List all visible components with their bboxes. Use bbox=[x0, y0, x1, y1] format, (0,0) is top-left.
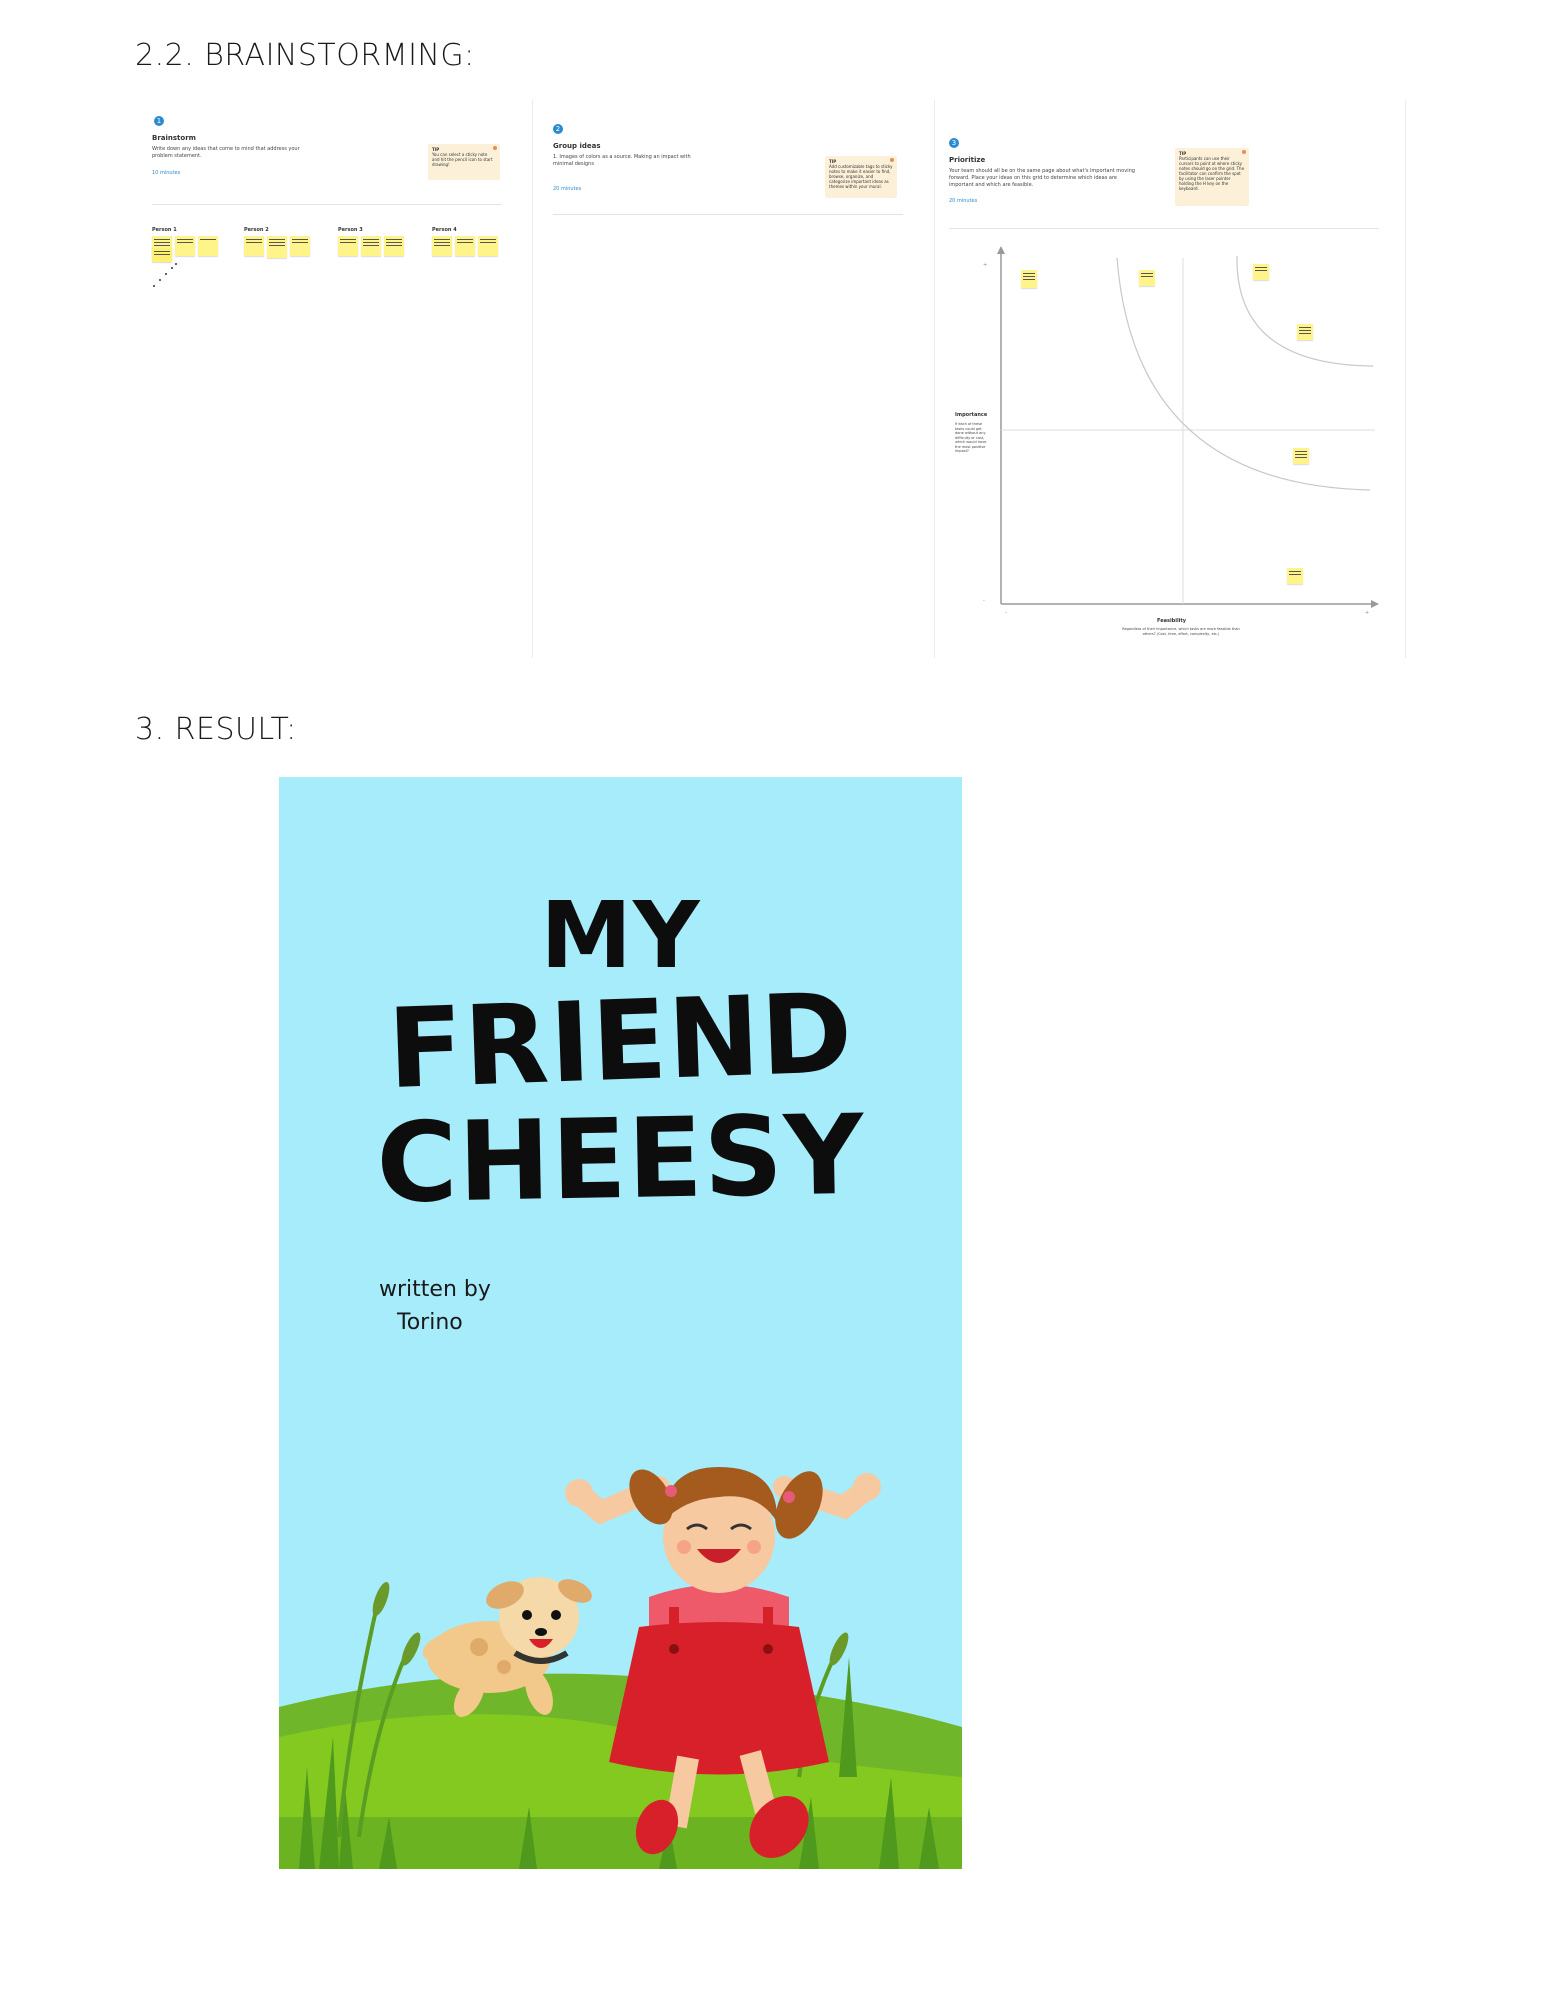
board-description: Write down any ideas that come to mind t… bbox=[152, 146, 300, 159]
sticky-note[interactable] bbox=[290, 236, 310, 256]
svg-text:-: - bbox=[983, 598, 985, 604]
sticky-note[interactable] bbox=[1297, 324, 1313, 340]
step-number-badge: 2 bbox=[553, 124, 563, 134]
sticky-note[interactable] bbox=[1293, 448, 1309, 464]
close-icon[interactable] bbox=[890, 158, 894, 162]
sticky-note[interactable] bbox=[1253, 264, 1269, 280]
timer-label: 20 minutes bbox=[553, 186, 582, 192]
person-column-label: Person 1 bbox=[152, 227, 177, 233]
sticky-note[interactable] bbox=[198, 236, 218, 256]
x-axis-label: Feasibility bbox=[1157, 618, 1187, 624]
step-number-badge: 3 bbox=[949, 138, 959, 148]
author-name: Torino bbox=[397, 1310, 463, 1335]
sticky-note[interactable] bbox=[432, 236, 452, 256]
group-ideas-board: 2 Group ideas 1. Images of colors as a s… bbox=[532, 100, 933, 658]
section-heading-brainstorming: 2.2. BRAINSTORMING: bbox=[135, 38, 475, 73]
step-number-badge: 1 bbox=[154, 116, 164, 126]
y-axis-description: If each of these tasks could get done wi… bbox=[955, 422, 987, 453]
prioritize-board: 3 Prioritize Your team should all be on … bbox=[934, 100, 1406, 658]
svg-text:+: + bbox=[983, 262, 987, 268]
y-axis-label: Importance bbox=[955, 412, 988, 418]
tip-text: Participants can use their cursors to po… bbox=[1179, 156, 1245, 191]
sticky-note[interactable] bbox=[384, 236, 404, 256]
person-column-label: Person 3 bbox=[338, 227, 363, 233]
prioritization-grid: + - - + bbox=[983, 246, 1379, 616]
brainstorm-board: 1 Brainstorm Write down any ideas that c… bbox=[140, 100, 530, 658]
divider bbox=[152, 204, 502, 205]
svg-text:-: - bbox=[1005, 610, 1007, 616]
sticky-note[interactable] bbox=[175, 236, 195, 256]
board-title: Brainstorm bbox=[152, 134, 196, 142]
cover-title-line-3: CHEESY bbox=[375, 1090, 866, 1228]
sticky-note[interactable] bbox=[267, 236, 287, 258]
person-column-label: Person 2 bbox=[244, 227, 269, 233]
close-icon[interactable] bbox=[1242, 150, 1246, 154]
section-heading-result: 3. RESULT: bbox=[135, 712, 297, 747]
board-description: 1. Images of colors as a source. Making … bbox=[553, 154, 691, 167]
sticky-note[interactable] bbox=[455, 236, 475, 256]
sticky-note[interactable] bbox=[361, 236, 381, 256]
divider bbox=[553, 214, 903, 215]
timer-label: 20 minutes bbox=[949, 198, 978, 204]
sticky-note[interactable] bbox=[1021, 270, 1037, 288]
sticky-note[interactable] bbox=[478, 236, 498, 256]
x-axis-description: Regardless of their importance, which ta… bbox=[1122, 627, 1240, 636]
board-description: Your team should all be on the same page… bbox=[949, 168, 1135, 188]
sticky-note[interactable] bbox=[1287, 568, 1303, 584]
tip-card: TIP Participants can use their cursors t… bbox=[1175, 148, 1249, 206]
tip-card: TIP You can select a sticky note and hit… bbox=[428, 144, 500, 180]
tip-text: You can select a sticky note and hit the… bbox=[432, 152, 493, 167]
svg-text:+: + bbox=[1365, 610, 1369, 616]
sticky-note[interactable] bbox=[244, 236, 264, 256]
sticky-note[interactable] bbox=[1139, 270, 1155, 286]
cursor-trail bbox=[153, 263, 177, 287]
tip-text: Add customizable tags to sticky notes to… bbox=[829, 164, 893, 189]
board-title: Group ideas bbox=[553, 142, 601, 150]
person-column-label: Person 4 bbox=[432, 227, 457, 233]
close-icon[interactable] bbox=[493, 146, 497, 150]
written-by-label: written by bbox=[379, 1277, 491, 1302]
book-cover: MY FRIEND CHEESY written by Torino bbox=[279, 777, 962, 1869]
board-title: Prioritize bbox=[949, 156, 986, 164]
tip-card: TIP Add customizable tags to sticky note… bbox=[825, 156, 897, 198]
divider bbox=[949, 228, 1379, 229]
timer-label: 10 minutes bbox=[152, 170, 181, 176]
sticky-note[interactable] bbox=[338, 236, 358, 256]
